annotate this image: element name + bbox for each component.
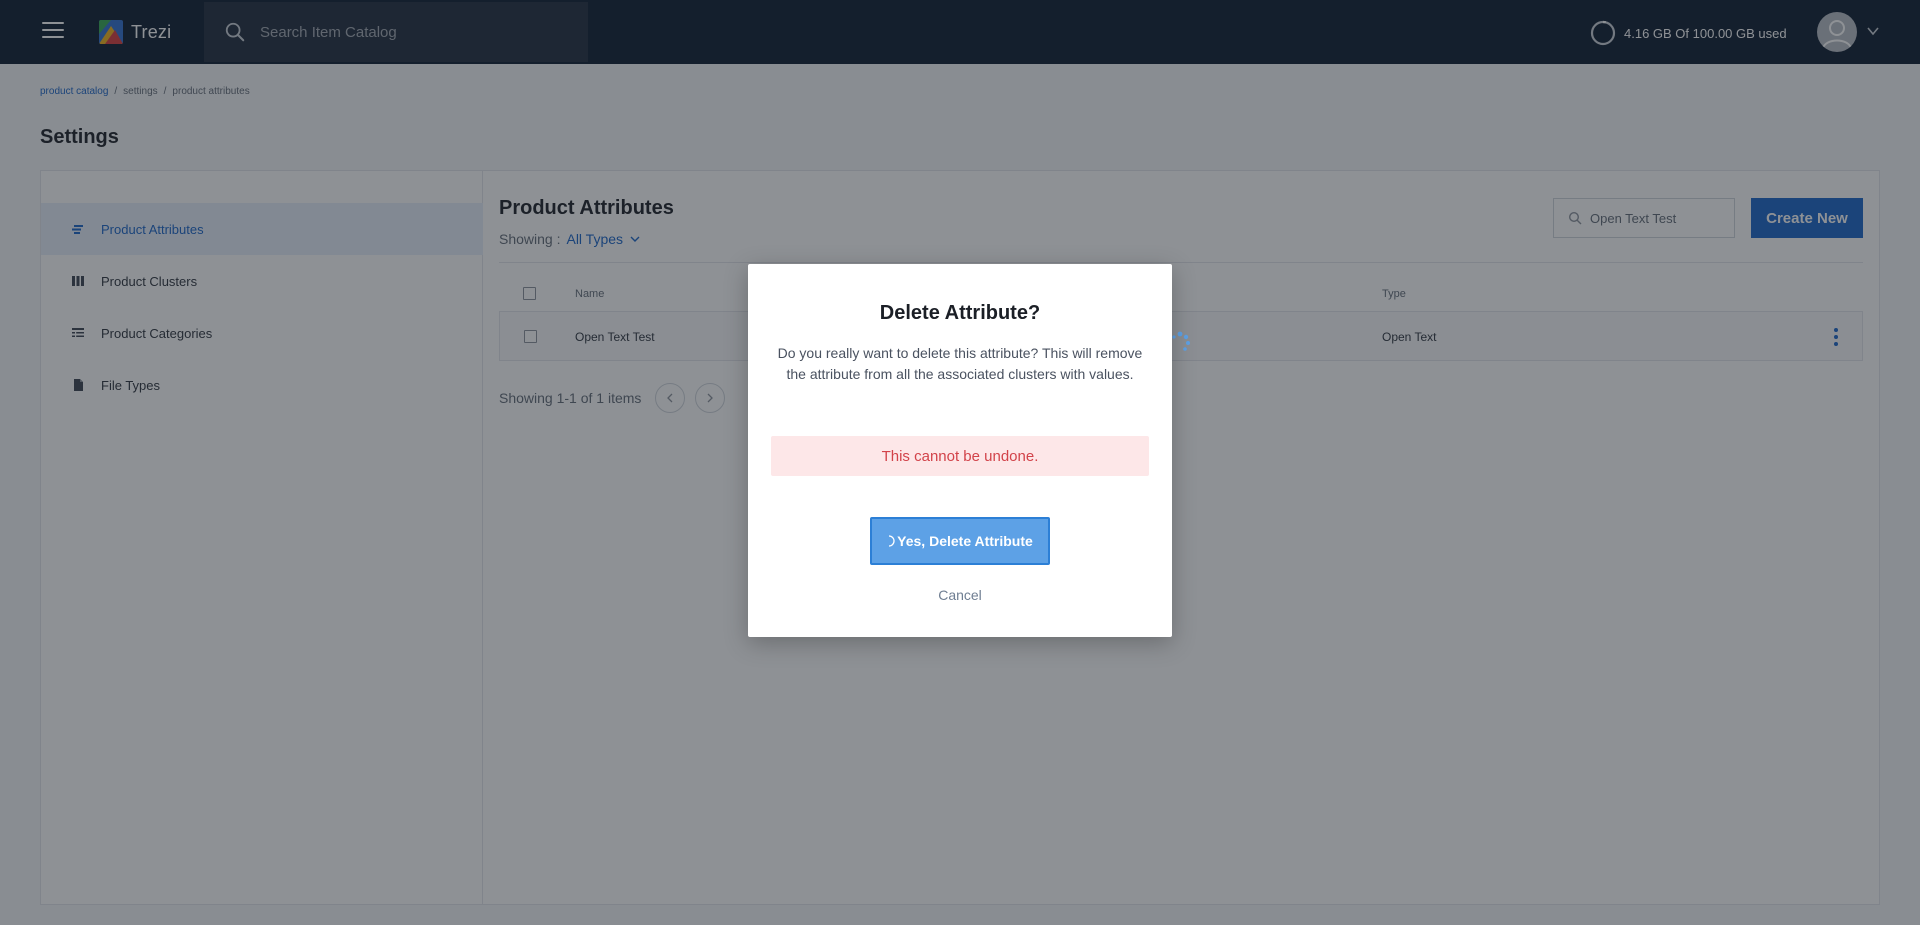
delete-attribute-dialog: Delete Attribute? Do you really want to … [748, 264, 1172, 637]
dialog-message: Do you really want to delete this attrib… [777, 345, 1143, 382]
confirm-delete-button[interactable]: Yes, Delete Attribute [870, 517, 1050, 565]
dialog-title: Delete Attribute? [879, 302, 1041, 324]
irreversible-warning: This cannot be undone. [771, 436, 1149, 476]
button-spinner-icon [889, 535, 895, 547]
cancel-link[interactable]: Cancel [748, 587, 1172, 603]
confirm-delete-label: Yes, Delete Attribute [897, 533, 1033, 549]
